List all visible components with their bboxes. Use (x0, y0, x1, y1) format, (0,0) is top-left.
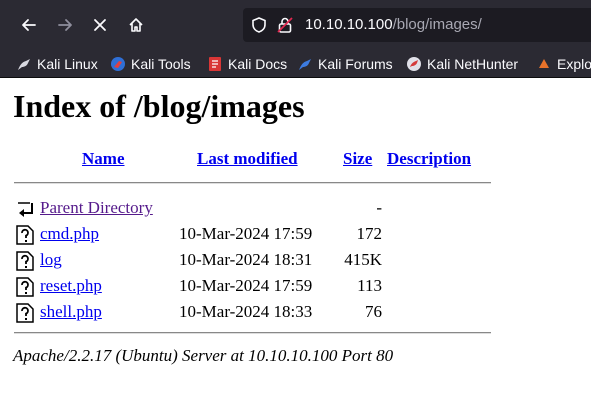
parent-directory-link-wrap: Parent Directory (40, 198, 153, 218)
file-link[interactable]: log (40, 250, 62, 269)
file-row: shell.php 10-Mar-2024 18:33 76 (14, 300, 494, 326)
bookmark-exploit-db[interactable]: Exploi (536, 50, 591, 77)
server-signature: Apache/2.2.17 (Ubuntu) Server at 10.10.1… (13, 346, 394, 365)
browser-toolbar: 10.10.10.100/blog/images/ (0, 0, 591, 50)
file-name-wrap: shell.php (40, 302, 102, 322)
shield-icon[interactable] (250, 16, 268, 34)
bookmark-label: Exploi (557, 56, 591, 72)
parent-directory-link[interactable]: Parent Directory (40, 198, 153, 217)
unknown-file-icon (16, 303, 34, 323)
bookmark-label: Kali Forums (318, 56, 393, 72)
bookmark-kali-linux[interactable]: Kali Linux (16, 50, 98, 77)
top-divider (14, 182, 491, 184)
file-modified: 10-Mar-2024 17:59 (179, 224, 313, 243)
back-arrow-icon (22, 19, 36, 31)
url-path: /blog/images/ (392, 16, 482, 33)
bookmark-label: Kali Tools (131, 56, 191, 72)
file-modified: 10-Mar-2024 18:31 (179, 250, 313, 269)
file-name-wrap: reset.php (40, 276, 102, 296)
kali-dragon-icon (16, 56, 32, 72)
sort-by-size-link[interactable]: Size (343, 149, 372, 168)
back-folder-icon (18, 202, 33, 217)
kali-tools-icon (110, 56, 126, 72)
file-size: 113 (357, 276, 382, 295)
bookmark-label: Kali NetHunter (427, 56, 519, 72)
file-row: reset.php 10-Mar-2024 17:59 113 (14, 274, 494, 300)
home-button[interactable] (120, 9, 152, 41)
column-header-last-modified[interactable]: Last modified (197, 149, 298, 169)
page-content: Index of /blog/images Name Last modified… (0, 79, 591, 400)
url-text[interactable]: 10.10.10.100/blog/images/ (305, 16, 482, 33)
file-size: 415K (344, 250, 382, 269)
file-modified: 10-Mar-2024 17:59 (179, 276, 313, 295)
bookmark-kali-tools[interactable]: Kali Tools (110, 50, 191, 77)
exploit-db-icon (536, 56, 552, 72)
file-row: log 10-Mar-2024 18:31 415K (14, 248, 494, 274)
parent-directory-row: Parent Directory - (14, 196, 494, 222)
stop-x-icon (94, 19, 106, 31)
bottom-divider (14, 332, 491, 334)
file-size: - (376, 198, 382, 217)
kali-forums-icon (297, 56, 313, 72)
file-modified: 10-Mar-2024 18:33 (179, 302, 313, 321)
bookmark-kali-nethunter[interactable]: Kali NetHunter (406, 50, 519, 77)
file-row: cmd.php 10-Mar-2024 17:59 172 (14, 222, 494, 248)
kali-nethunter-icon (406, 56, 422, 72)
file-size: 172 (356, 224, 383, 243)
page-title: Index of /blog/images (13, 88, 305, 124)
sort-by-name-link[interactable]: Name (82, 149, 124, 168)
forward-button[interactable] (49, 9, 81, 41)
file-link[interactable]: reset.php (40, 276, 102, 295)
bookmark-label: Kali Docs (228, 56, 288, 72)
file-name-wrap: cmd.php (40, 224, 99, 244)
file-link[interactable]: shell.php (40, 302, 102, 321)
column-header-description[interactable]: Description (387, 149, 471, 169)
unknown-file-icon (16, 225, 34, 245)
back-button[interactable] (13, 9, 45, 41)
stop-button[interactable] (84, 9, 116, 41)
sort-by-description-link[interactable]: Description (387, 149, 471, 168)
url-bar[interactable]: 10.10.10.100/blog/images/ (243, 8, 591, 42)
home-icon (129, 18, 143, 32)
bookmark-kali-forums[interactable]: Kali Forums (297, 50, 393, 77)
bookmark-kali-docs[interactable]: Kali Docs (207, 50, 288, 77)
kali-docs-icon (207, 56, 223, 72)
file-link[interactable]: cmd.php (40, 224, 99, 243)
unknown-file-icon (16, 251, 34, 271)
unknown-file-icon (16, 277, 34, 297)
url-host: 10.10.10.100 (305, 16, 393, 33)
bookmarks-toolbar: Kali Linux Kali Tools Kali Docs Kali For… (0, 50, 591, 78)
file-size: 76 (365, 302, 382, 321)
forward-arrow-icon (58, 19, 72, 31)
sort-by-last-modified-link[interactable]: Last modified (197, 149, 298, 168)
file-name-wrap: log (40, 250, 62, 270)
column-header-size[interactable]: Size (343, 149, 372, 169)
column-header-name[interactable]: Name (82, 149, 124, 169)
insecure-lock-icon[interactable] (276, 16, 294, 34)
bookmark-label: Kali Linux (37, 56, 98, 72)
